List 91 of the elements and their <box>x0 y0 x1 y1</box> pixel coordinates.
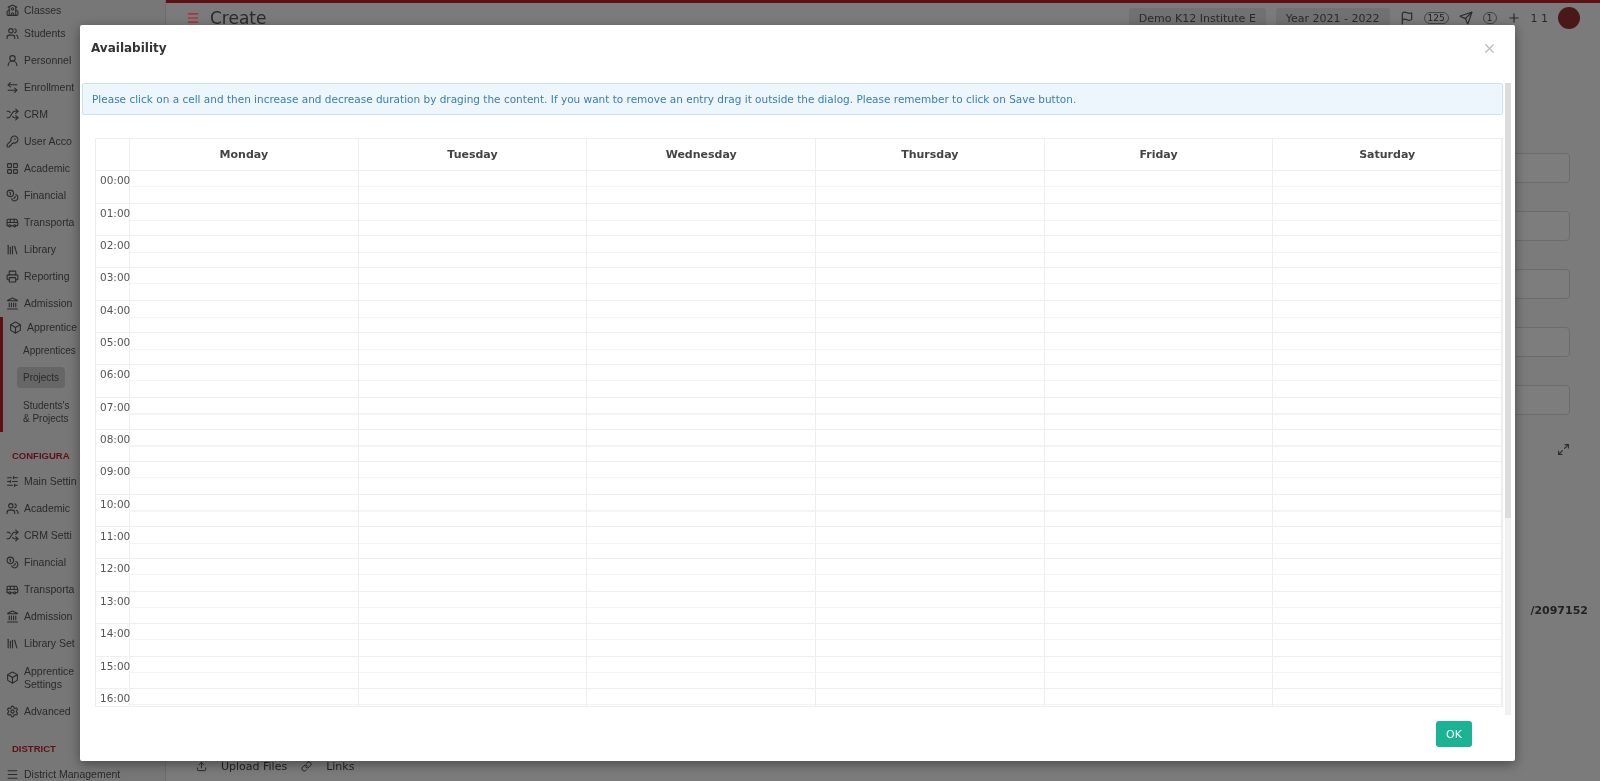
day-header: Thursday <box>816 139 1045 172</box>
day-header: Wednesday <box>587 139 816 172</box>
sidebar-item[interactable]: Admission <box>24 610 73 623</box>
sidebar-section-title: DISTRICT <box>12 743 56 755</box>
sidebar-item[interactable]: Apprentice Settings <box>24 664 75 691</box>
attachment-tab[interactable]: Links <box>326 759 355 773</box>
character-counter: /2097152 <box>1530 604 1588 617</box>
time-label: 07:00 <box>96 397 130 431</box>
sidebar-subitem[interactable]: Projects <box>17 367 66 388</box>
sidebar-subitem[interactable]: Students's & Projects <box>17 394 76 429</box>
scrollbar[interactable] <box>1505 83 1511 715</box>
sidebar-item[interactable]: Enrollment <box>24 81 75 94</box>
sidebar-item[interactable]: CRM Setti <box>24 529 72 542</box>
flag-icon[interactable] <box>1399 11 1414 25</box>
sidebar-item[interactable]: Transporta <box>24 216 75 229</box>
day-header: Monday <box>130 139 359 172</box>
sidebar-item[interactable]: Main Settin <box>24 475 77 488</box>
sidebar-item[interactable]: Advanced <box>24 705 71 718</box>
menu-item-icon <box>6 162 19 175</box>
sidebar-section-title: CONFIGURA <box>12 450 70 462</box>
menu-item-icon <box>6 54 19 67</box>
time-label: 14:00 <box>96 624 130 657</box>
sidebar-item[interactable]: User Acco <box>24 135 72 148</box>
menu-item-icon <box>6 475 19 488</box>
time-label: 11:00 <box>96 527 130 560</box>
menu-item-icon <box>6 671 19 684</box>
time-label: 16:00 <box>96 688 130 706</box>
link-icon <box>301 760 313 772</box>
time-label: 10:00 <box>96 494 130 528</box>
menu-item-icon <box>6 583 19 596</box>
upload-icon <box>196 760 207 772</box>
menu-item-icon <box>6 216 19 229</box>
time-label: 12:00 <box>96 559 130 592</box>
expand-icon[interactable] <box>1557 443 1570 456</box>
sidebar-item[interactable]: Students <box>24 27 66 40</box>
time-label: 08:00 <box>96 430 130 463</box>
sidebar-item[interactable]: Financial <box>24 556 67 569</box>
time-label: 09:00 <box>96 462 130 495</box>
menu-item-icon <box>6 108 19 121</box>
sidebar-item[interactable]: Academic <box>24 162 71 175</box>
menu-icon[interactable] <box>186 11 200 25</box>
dialog-title: Availability <box>91 41 167 55</box>
day-header: Saturday <box>1273 139 1502 172</box>
sidebar-subitem[interactable]: Apprentices <box>17 340 82 361</box>
sidebar-item[interactable]: Personnel <box>24 54 72 67</box>
user-name[interactable]: 1 1 <box>1530 11 1548 25</box>
sidebar-item[interactable]: Library Set <box>24 637 75 650</box>
sidebar-item[interactable]: CRM <box>24 108 48 121</box>
sidebar-item[interactable]: Financial <box>24 189 67 202</box>
sidebar-item[interactable]: Apprentice <box>27 320 78 334</box>
sidebar-item[interactable]: Transporta <box>24 583 75 596</box>
send-icon[interactable] <box>1458 11 1473 25</box>
sidebar-item[interactable]: District Management <box>24 768 121 781</box>
time-label: 05:00 <box>96 333 130 366</box>
menu-item-icon <box>6 27 19 40</box>
sidebar-item[interactable]: Academic <box>24 502 71 515</box>
plus-icon[interactable] <box>1506 11 1521 25</box>
time-label: 04:00 <box>96 300 130 334</box>
ok-button[interactable]: OK <box>1436 721 1472 747</box>
menu-item-icon <box>6 610 19 623</box>
time-label: 15:00 <box>96 656 130 689</box>
menu-item-icon <box>6 768 19 781</box>
page-title: Create <box>210 8 267 28</box>
day-header: Tuesday <box>358 139 588 172</box>
menu-item-icon <box>6 502 19 515</box>
day-header: Friday <box>1044 139 1274 172</box>
menu-item-icon <box>6 81 19 94</box>
menu-item-icon <box>6 135 19 148</box>
menu-item-icon <box>6 529 19 542</box>
menu-item-icon <box>6 270 19 283</box>
time-label: 01:00 <box>96 203 130 237</box>
info-message: Please click on a cell and then increase and decrease duration by draging the content. If you want to remove an entry drag it outside the dialog. Please remember to click on Save button. <box>82 83 1503 115</box>
avatar[interactable] <box>1558 7 1580 29</box>
sidebar-item[interactable]: Library <box>24 243 57 256</box>
menu-item-icon <box>6 297 19 310</box>
attachment-tab[interactable]: Upload Files <box>221 759 288 773</box>
time-label: 06:00 <box>96 365 130 398</box>
time-label: 03:00 <box>96 268 130 301</box>
box-icon <box>9 320 22 334</box>
menu-item-icon <box>6 189 19 202</box>
sidebar-item[interactable]: Reporting <box>24 270 70 283</box>
menu-item-icon <box>6 3 19 17</box>
time-label: 02:00 <box>96 236 130 269</box>
menu-item-icon <box>6 556 19 569</box>
menu-item-icon <box>6 637 19 650</box>
menu-item-icon <box>6 243 19 256</box>
time-label: 13:00 <box>96 591 130 625</box>
time-label: 00:00 <box>96 171 130 204</box>
sidebar-item[interactable]: Classes <box>24 3 62 17</box>
sidebar-item[interactable]: Admission <box>24 297 73 310</box>
menu-item-icon <box>6 705 19 718</box>
